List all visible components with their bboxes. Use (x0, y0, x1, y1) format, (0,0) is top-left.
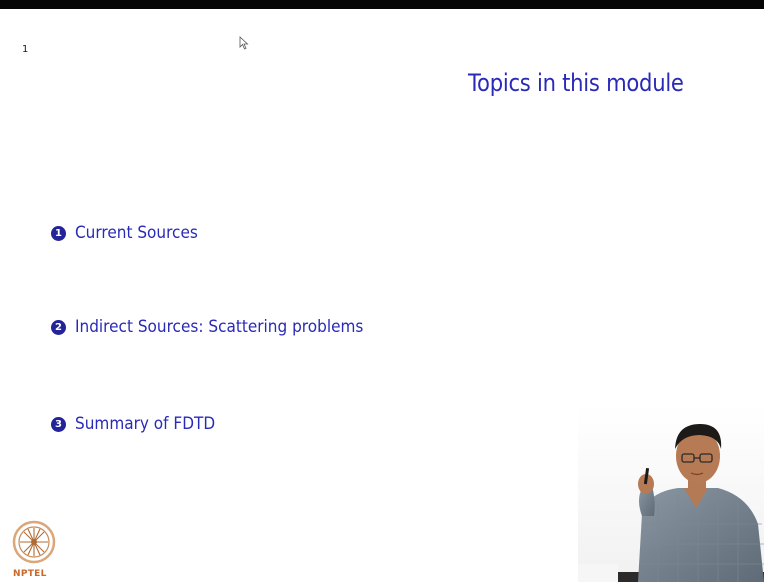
logo-text: NPTEL (13, 569, 47, 579)
slide-number: 1 (22, 44, 29, 55)
slide-title: Topics in this module (468, 69, 684, 97)
top-border (0, 0, 764, 9)
topic-label: Indirect Sources: Scattering problems (75, 317, 364, 337)
slide: 1 Topics in this module 1 Current Source… (0, 9, 764, 582)
nptel-logo-icon (12, 520, 56, 564)
topic-number-badge: 3 (51, 416, 66, 432)
topic-item: 3 Summary of FDTD (51, 414, 231, 434)
topic-item: 1 Current Sources (51, 223, 212, 243)
topic-item: 2 Indirect Sources: Scattering problems (51, 317, 395, 337)
topic-number-badge: 1 (51, 225, 66, 241)
topic-number-badge: 2 (51, 319, 66, 335)
presenter-video (578, 404, 764, 582)
topic-label: Summary of FDTD (75, 414, 216, 434)
mouse-pointer-icon (239, 36, 249, 50)
topic-label: Current Sources (75, 223, 198, 243)
